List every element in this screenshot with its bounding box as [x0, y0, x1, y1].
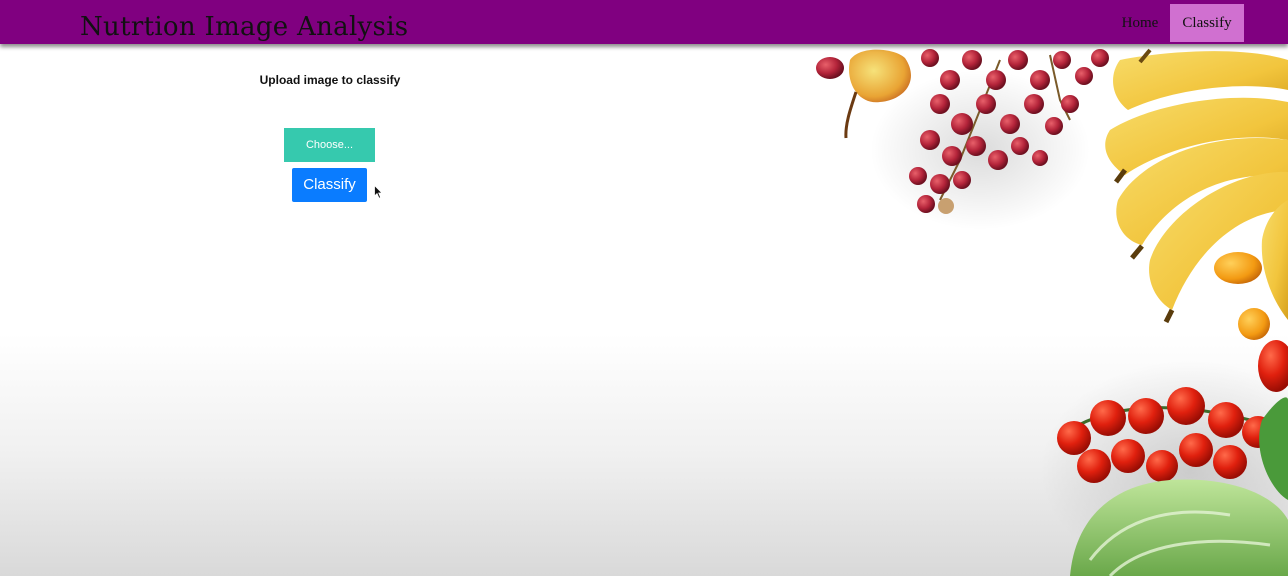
- nav-link-home[interactable]: Home: [1112, 4, 1168, 42]
- classify-button[interactable]: Classify: [292, 168, 367, 202]
- mouse-pointer-icon: [374, 185, 383, 199]
- top-navbar: Nutrtion Image Analysis Home Classify: [0, 0, 1288, 44]
- app-title: Nutrtion Image Analysis: [80, 12, 409, 42]
- nav-link-classify[interactable]: Classify: [1170, 4, 1244, 42]
- choose-file-button[interactable]: Choose...: [284, 128, 375, 162]
- upload-heading: Upload image to classify: [259, 73, 401, 87]
- produce-background-image: [816, 48, 1288, 576]
